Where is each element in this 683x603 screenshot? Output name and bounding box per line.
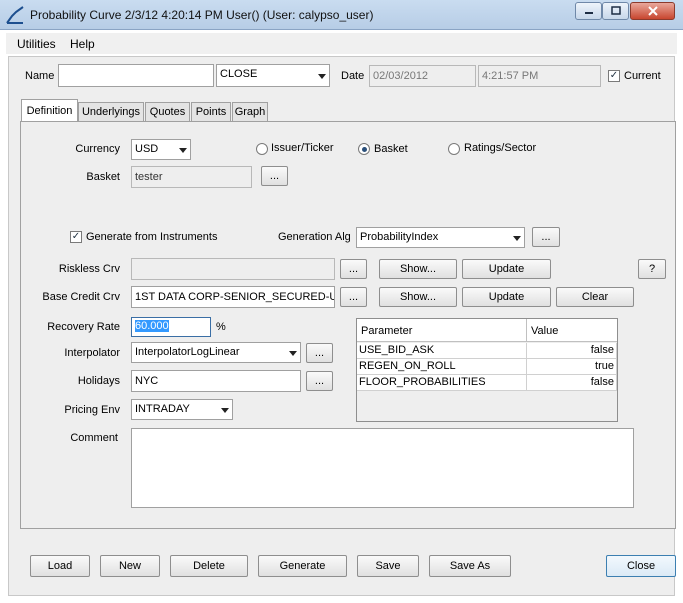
time-field[interactable]: 4:21:57 PM: [478, 65, 601, 87]
base-credit-crv-label: Base Credit Crv: [42, 291, 120, 303]
pricing-env-select[interactable]: INTRADAY: [131, 399, 233, 420]
ratings-sector-radio[interactable]: [448, 143, 460, 155]
close-icon: [647, 6, 658, 16]
menu-bar: Utilities Help: [6, 33, 677, 54]
currency-select[interactable]: USD: [131, 139, 191, 160]
maximize-button[interactable]: [602, 2, 629, 20]
current-checkbox[interactable]: ✓: [608, 70, 620, 82]
basket-radio[interactable]: [358, 143, 370, 155]
save-as-button[interactable]: Save As: [429, 555, 511, 577]
basket-field[interactable]: tester: [131, 166, 252, 188]
close-button[interactable]: Close: [606, 555, 676, 577]
generation-alg-value: ProbabilityIndex: [360, 231, 439, 243]
name-field[interactable]: [58, 64, 214, 87]
chevron-down-icon: [289, 350, 297, 356]
issuer-ticker-radio[interactable]: [256, 143, 268, 155]
tab-definition[interactable]: Definition: [21, 99, 78, 122]
parameter-name-cell[interactable]: REGEN_ON_ROLL: [357, 359, 527, 375]
tab-points[interactable]: Points: [191, 102, 231, 121]
delete-button[interactable]: Delete: [170, 555, 248, 577]
basket-label: Basket: [86, 171, 120, 183]
pricing-env-label: Pricing Env: [64, 404, 120, 416]
tab-quotes[interactable]: Quotes: [145, 102, 190, 121]
new-button[interactable]: New: [100, 555, 160, 577]
generate-button[interactable]: Generate: [258, 555, 347, 577]
value-column-header[interactable]: Value: [527, 319, 617, 342]
current-label: Current: [624, 70, 661, 82]
parameter-column-header[interactable]: Parameter: [357, 319, 527, 342]
parameter-table[interactable]: Parameter Value USE_BID_ASK false REGEN_…: [356, 318, 618, 422]
base-credit-crv-field[interactable]: 1ST DATA CORP-SENIOR_SECURED-USD-: [131, 286, 335, 308]
generation-alg-select[interactable]: ProbabilityIndex: [356, 227, 525, 248]
curve-type-select[interactable]: CLOSE: [216, 64, 330, 87]
holidays-field[interactable]: NYC: [131, 370, 301, 392]
holidays-label: Holidays: [77, 375, 120, 387]
maximize-icon: [610, 6, 621, 15]
name-label: Name: [25, 70, 55, 82]
date-field[interactable]: 02/03/2012: [369, 65, 476, 87]
tab-graph[interactable]: Graph: [232, 102, 268, 121]
basket-radio-label: Basket: [374, 143, 408, 155]
percent-sign: %: [216, 321, 226, 333]
generation-alg-browse-button[interactable]: ...: [532, 227, 560, 247]
parameter-name-cell[interactable]: FLOOR_PROBABILITIES: [357, 375, 527, 391]
parameter-value-cell[interactable]: true: [527, 359, 617, 375]
chevron-down-icon: [318, 73, 326, 79]
base-credit-crv-browse-button[interactable]: ...: [340, 287, 367, 307]
basket-browse-button[interactable]: ...: [261, 166, 288, 186]
recovery-rate-value: 60.000: [135, 320, 169, 332]
riskless-crv-field[interactable]: [131, 258, 335, 280]
chevron-down-icon: [221, 407, 229, 413]
tab-underlyings[interactable]: Underlyings: [78, 102, 144, 121]
load-button[interactable]: Load: [30, 555, 90, 577]
window-title: Probability Curve 2/3/12 4:20:14 PM User…: [30, 8, 374, 22]
base-credit-update-button[interactable]: Update: [462, 287, 551, 307]
chevron-down-icon: [179, 147, 187, 153]
riskless-crv-label: Riskless Crv: [58, 263, 120, 275]
comment-label: Comment: [70, 432, 118, 444]
app-icon: [6, 6, 24, 24]
minimize-button[interactable]: [575, 2, 602, 20]
interpolator-value: InterpolatorLogLinear: [135, 346, 240, 358]
parameter-value-cell[interactable]: false: [527, 343, 617, 359]
parameter-value-cell[interactable]: false: [527, 375, 617, 391]
curve-type-value: CLOSE: [220, 68, 258, 80]
generate-from-instruments-checkbox[interactable]: ✓: [70, 231, 82, 243]
ratings-sector-label: Ratings/Sector: [464, 142, 537, 154]
base-credit-clear-button[interactable]: Clear: [556, 287, 634, 307]
currency-value: USD: [135, 143, 159, 155]
chevron-down-icon: [513, 235, 521, 241]
menu-help[interactable]: Help: [70, 37, 95, 51]
interpolator-browse-button[interactable]: ...: [306, 343, 333, 363]
minimize-icon: [584, 12, 593, 14]
riskless-update-button[interactable]: Update: [462, 259, 551, 279]
generation-alg-label: Generation Alg: [278, 231, 351, 243]
issuer-ticker-label: Issuer/Ticker: [271, 142, 334, 154]
base-credit-show-button[interactable]: Show...: [379, 287, 457, 307]
help-button[interactable]: ?: [638, 259, 666, 279]
date-label: Date: [341, 70, 365, 82]
riskless-show-button[interactable]: Show...: [379, 259, 457, 279]
recovery-rate-field[interactable]: 60.000: [131, 317, 211, 337]
pricing-env-value: INTRADAY: [135, 403, 190, 415]
save-button[interactable]: Save: [357, 555, 419, 577]
generate-from-instruments-label: Generate from Instruments: [86, 231, 218, 243]
recovery-rate-label: Recovery Rate: [47, 321, 120, 333]
interpolator-select[interactable]: InterpolatorLogLinear: [131, 342, 301, 363]
interpolator-label: Interpolator: [64, 347, 120, 359]
menu-utilities[interactable]: Utilities: [17, 37, 56, 51]
comment-textarea[interactable]: [131, 428, 634, 508]
riskless-crv-browse-button[interactable]: ...: [340, 259, 367, 279]
currency-label: Currency: [75, 143, 120, 155]
holidays-browse-button[interactable]: ...: [306, 371, 333, 391]
close-window-button[interactable]: [630, 2, 675, 20]
parameter-name-cell[interactable]: USE_BID_ASK: [357, 343, 527, 359]
